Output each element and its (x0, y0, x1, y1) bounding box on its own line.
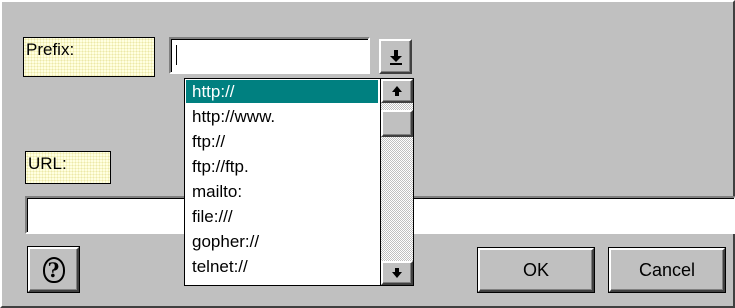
scroll-down-arrow-icon (392, 268, 402, 278)
list-item-ftp-ftp[interactable]: ftp://ftp. (186, 155, 378, 178)
ok-button[interactable]: OK (477, 247, 595, 293)
ok-button-label: OK (522, 260, 549, 280)
prefix-label: Prefix: (23, 37, 155, 77)
list-item-http[interactable]: http:// (186, 80, 378, 103)
list-item-file[interactable]: file:/// (186, 205, 378, 228)
scroll-thumb[interactable] (381, 110, 413, 137)
list-item-ftp[interactable]: ftp:// (186, 130, 378, 153)
prefix-dropdown-list[interactable]: http:// http://www. ftp:// ftp://ftp. ma… (184, 78, 414, 286)
cancel-button-label: Cancel (638, 260, 696, 280)
url-prefix-dialog: Prefix: URL: ? OK Cancel http:// http://… (0, 0, 735, 308)
list-item-gopher[interactable]: gopher:// (186, 230, 378, 253)
prefix-dropdown-button[interactable] (379, 39, 412, 74)
cancel-button[interactable]: Cancel (608, 247, 726, 293)
help-button[interactable]: ? (27, 246, 80, 293)
help-glyph: ? (47, 257, 60, 282)
list-item-telnet[interactable]: telnet:// (186, 255, 378, 278)
url-label-text: URL: (28, 154, 67, 173)
help-question-icon: ? (42, 256, 65, 283)
list-scrollbar[interactable] (380, 79, 413, 285)
scroll-up-button[interactable] (381, 79, 413, 103)
prefix-input[interactable] (169, 37, 370, 74)
scroll-down-button[interactable] (381, 261, 413, 285)
list-item-mailto[interactable]: mailto: (186, 180, 378, 203)
url-label: URL: (25, 151, 111, 184)
scroll-up-arrow-icon (392, 86, 402, 96)
dropdown-arrow-icon (389, 49, 402, 65)
text-caret (176, 45, 177, 65)
prefix-label-text: Prefix: (26, 40, 75, 59)
list-item-http-www[interactable]: http://www. (186, 105, 378, 128)
